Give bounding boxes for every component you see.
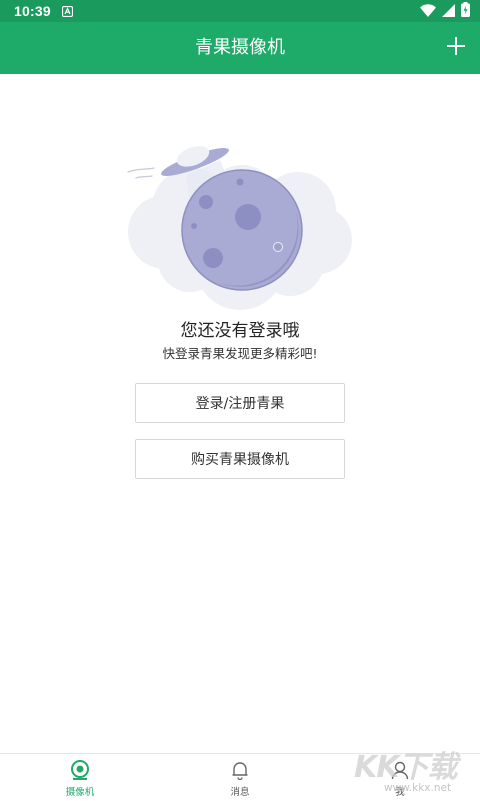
add-camera-button[interactable]	[442, 34, 470, 62]
empty-state-subtitle: 快登录青果发现更多精彩吧!	[162, 346, 318, 361]
status-time: 10:39	[14, 3, 51, 19]
bottom-navigation: 摄像机 消息 我	[0, 753, 480, 801]
page-title: 青果摄像机	[195, 37, 285, 58]
signal-icon	[442, 2, 455, 21]
status-icons	[420, 1, 470, 21]
buy-camera-button[interactable]: 购买青果摄像机	[135, 439, 345, 479]
login-register-button[interactable]: 登录/注册青果	[135, 383, 345, 423]
bell-icon	[229, 759, 251, 781]
nav-label-me: 我	[395, 787, 405, 798]
nav-label-messages: 消息	[230, 787, 250, 798]
app-bar: 青果摄像机	[0, 22, 480, 74]
nav-item-me[interactable]: 我	[320, 754, 480, 801]
camera-icon	[69, 759, 91, 781]
empty-state-title: 您还没有登录哦	[180, 321, 300, 341]
battery-icon	[461, 1, 470, 21]
nav-item-camera[interactable]: 摄像机	[0, 754, 160, 801]
plus-icon	[447, 37, 465, 59]
wifi-icon	[420, 2, 436, 21]
person-icon	[389, 759, 411, 781]
status-bar: 10:39	[0, 0, 480, 22]
empty-state-illustration	[120, 140, 360, 310]
nav-item-messages[interactable]: 消息	[160, 754, 320, 801]
notification-icon	[61, 5, 73, 17]
nav-label-camera: 摄像机	[65, 787, 95, 798]
